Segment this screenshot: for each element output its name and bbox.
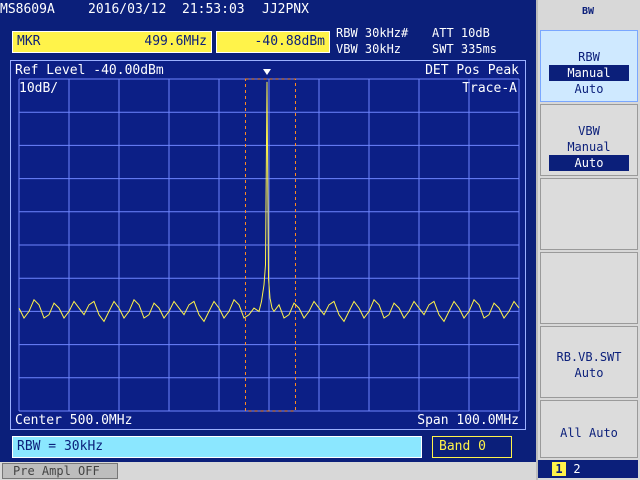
rbw-softkey[interactable]: RBW Manual Auto [540,30,638,102]
header-bar: MS8609A 2016/03/12 21:53:03 JJ2PNX [0,0,536,28]
vbw-softkey-title: VBW [578,124,600,138]
page-1-indicator[interactable]: 1 [552,462,566,476]
rbw-auto-option: Auto [574,82,604,96]
rb-vb-swt-title: RB.VB.SWT [556,350,622,364]
band-box: Band 0 [432,436,512,458]
att-setting: ATT 10dB [432,26,490,40]
softkey-menu-title: BW [581,6,595,17]
date-label: 2016/03/12 [88,2,167,17]
vbw-softkey[interactable]: VBW Manual Auto [540,104,638,176]
spectrum-plot [18,69,520,412]
all-auto-label: All Auto [560,426,618,440]
marker-indicator [263,69,271,75]
vbw-auto-option: Auto [549,155,629,171]
all-auto-softkey[interactable]: All Auto [540,400,638,458]
rbw-manual-option: Manual [549,65,629,81]
rbw-setting: RBW 30kHz# [336,26,409,40]
model-label: MS8609A [0,2,55,17]
page-2-indicator[interactable]: 2 [570,462,584,476]
swt-setting: SWT 335ms [432,42,498,56]
preamp-status: Pre Ampl OFF [2,463,118,479]
time-label: 21:53:03 [182,2,245,17]
marker-frequency: 499.6MHz [144,34,207,49]
rbw-softkey-title: RBW [578,50,600,64]
spectrum-display: Ref Level -40.00dBm DET Pos Peak 10dB/ T… [10,60,526,430]
vbw-manual-option: Manual [567,140,611,154]
empty-softkey-3[interactable] [540,178,638,250]
rb-vb-swt-softkey[interactable]: RB.VB.SWT Auto [540,326,638,398]
marker-box: MKR 499.6MHz [12,31,212,53]
empty-softkey-4[interactable] [540,252,638,324]
callsign-label: JJ2PNX [262,2,309,17]
marker-level-box: -40.88dBm [216,31,330,53]
plot-grid [18,78,520,412]
rbw-entry-box[interactable]: RBW = 30kHz [12,436,422,458]
rb-vb-swt-option: Auto [574,366,604,380]
marker-label: MKR [17,34,41,49]
vbw-setting: VBW 30kHz [336,42,402,56]
